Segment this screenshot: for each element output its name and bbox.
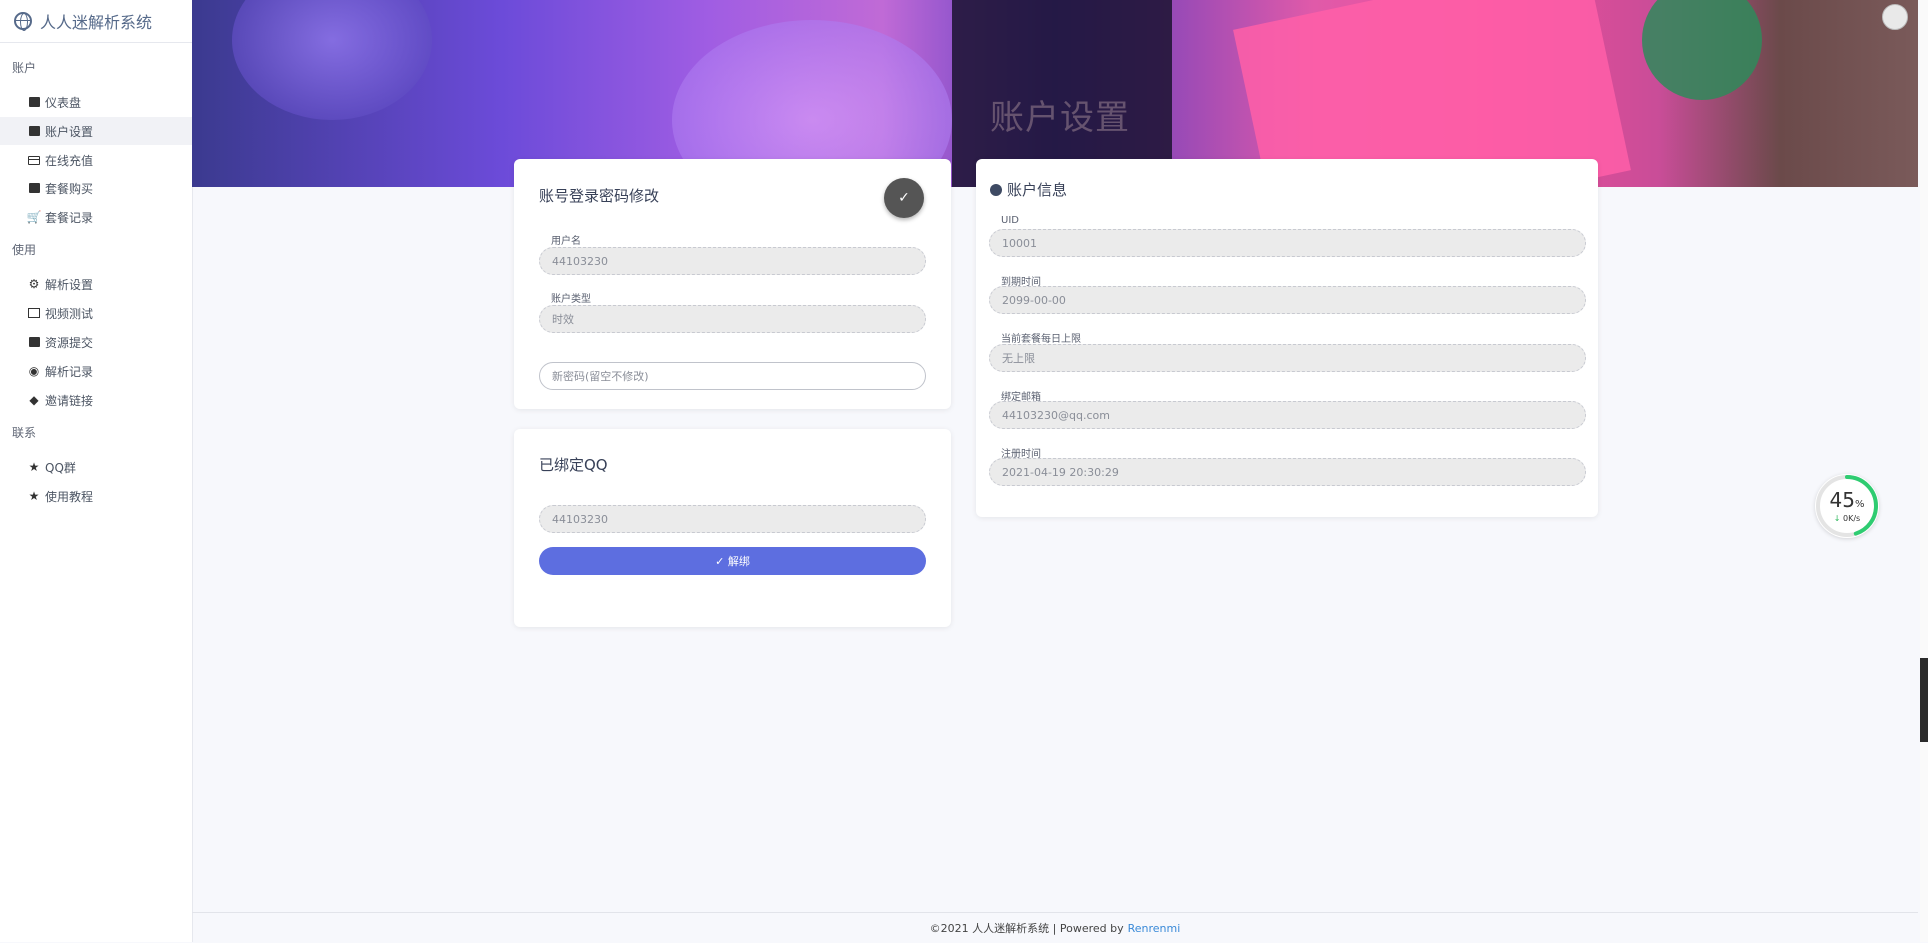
- network-speed-widget[interactable]: 45% ↓ 0K/s: [1815, 474, 1879, 538]
- star-icon: ★: [28, 489, 40, 503]
- password-card-title: 账号登录密码修改: [539, 187, 660, 205]
- footer-text: ©2021 人人迷解析系统 | Powered by: [929, 922, 1124, 935]
- scrollbar[interactable]: [1920, 0, 1928, 942]
- speed-percent: 45%: [1815, 488, 1879, 512]
- brand[interactable]: 人人迷解析系统: [0, 0, 192, 43]
- footer-link[interactable]: Renrenmi: [1128, 922, 1181, 935]
- sidebar-item-label: 套餐记录: [45, 210, 94, 225]
- avatar[interactable]: [1882, 4, 1908, 30]
- username-value: 44103230: [552, 254, 608, 268]
- footer: ©2021 人人迷解析系统 | Powered by Renrenmi: [192, 912, 1918, 943]
- page-title: 账户设置: [990, 98, 1130, 138]
- sidebar-item-qq-group[interactable]: ★ QQ群: [0, 453, 192, 481]
- sidebar-item-buy-plan[interactable]: 套餐购买: [0, 174, 192, 202]
- percent-value: 45: [1829, 488, 1855, 512]
- expire-value: 2099-00-00: [1002, 293, 1066, 307]
- register-time-field: 2021-04-19 20:30:29: [989, 458, 1586, 486]
- email-field: 44103230@qq.com: [989, 401, 1586, 429]
- save-button[interactable]: ✓: [884, 178, 924, 218]
- expire-field: 2099-00-00: [989, 286, 1586, 314]
- sidebar-item-invite-link[interactable]: ◆ 邀请链接: [0, 386, 192, 414]
- eye-icon: ◉: [28, 364, 40, 378]
- password-card: 账号登录密码修改 ✓ 用户名 44103230 账户类型 时效 新密码(留空不修…: [514, 159, 951, 409]
- sidebar-item-label: 在线充值: [45, 153, 94, 168]
- field-label: UID: [1001, 215, 1019, 226]
- id-card-icon: [27, 124, 41, 138]
- field-label: 当前套餐每日上限: [1001, 334, 1081, 345]
- account-type-value: 时效: [552, 313, 574, 326]
- tag-icon: ◆: [29, 393, 39, 407]
- user-circle-icon: [990, 184, 1002, 196]
- play-icon: [27, 306, 41, 320]
- qq-card-title: 已绑定QQ: [539, 456, 608, 474]
- sidebar-item-plan-records[interactable]: 🛒 套餐记录: [0, 203, 192, 231]
- section-usage: 使用: [12, 243, 37, 257]
- sidebar-item-label: 视频测试: [45, 306, 94, 321]
- alert-icon: [27, 335, 41, 349]
- wallet-icon: [27, 95, 41, 109]
- sidebar-item-tutorial[interactable]: ★ 使用教程: [0, 482, 192, 510]
- new-password-input[interactable]: 新密码(留空不修改): [539, 362, 926, 390]
- account-info-title-text: 账户信息: [1007, 181, 1068, 199]
- brand-title: 人人迷解析系统: [40, 13, 153, 32]
- rate-value: 0K/s: [1843, 514, 1861, 523]
- sidebar-item-label: 套餐购买: [45, 181, 94, 196]
- sidebar-item-label: 资源提交: [45, 335, 94, 350]
- unbind-button[interactable]: ✓ 解绑: [539, 547, 926, 575]
- arrow-down-icon: ↓: [1833, 514, 1841, 523]
- sidebar-item-label: 解析记录: [45, 364, 94, 379]
- qq-card: 已绑定QQ 44103230 ✓ 解绑: [514, 429, 951, 627]
- cart-icon: 🛒: [26, 210, 42, 224]
- sidebar-item-resource-submit[interactable]: 资源提交: [0, 328, 192, 356]
- sidebar-item-video-test[interactable]: 视频测试: [0, 299, 192, 327]
- sidebar-item-label: QQ群: [45, 460, 76, 475]
- sidebar-item-label: 解析设置: [45, 277, 94, 292]
- star-icon: ★: [28, 460, 40, 474]
- username-label: 用户名: [551, 236, 581, 247]
- globe-icon: [14, 12, 32, 31]
- daily-limit-value: 无上限: [1002, 352, 1035, 365]
- account-type-field: 时效: [539, 305, 926, 333]
- sidebar: 人人迷解析系统 账户 仪表盘 账户设置 在线充值 套餐购买 🛒 套餐记录 使用 …: [0, 0, 193, 942]
- account-info-card: 账户信息 UID 10001 到期时间 2099-00-00 当前套餐每日上限 …: [976, 159, 1598, 517]
- account-info-title: 账户信息: [990, 179, 1067, 200]
- username-field: 44103230: [539, 247, 926, 275]
- credit-card-icon: [27, 153, 41, 167]
- scrollbar-thumb[interactable]: [1920, 658, 1928, 742]
- section-account: 账户: [12, 61, 37, 75]
- sidebar-item-label: 邀请链接: [45, 393, 94, 408]
- speed-rate: ↓ 0K/s: [1815, 514, 1879, 523]
- gear-icon: ⚙: [28, 277, 40, 291]
- qq-field: 44103230: [539, 505, 926, 533]
- sidebar-item-dashboard[interactable]: 仪表盘: [0, 88, 192, 116]
- hero-decoration: [232, 0, 432, 120]
- daily-limit-field: 无上限: [989, 344, 1586, 372]
- percent-unit: %: [1854, 499, 1865, 510]
- account-type-label: 账户类型: [551, 294, 591, 305]
- email-value: 44103230@qq.com: [1002, 408, 1110, 422]
- new-password-placeholder: 新密码(留空不修改): [552, 370, 649, 383]
- sidebar-item-label: 使用教程: [45, 489, 94, 504]
- sidebar-item-parse-settings[interactable]: ⚙ 解析设置: [0, 270, 192, 298]
- sidebar-item-account-settings[interactable]: 账户设置: [0, 117, 192, 145]
- check-icon: ✓: [898, 190, 910, 206]
- sidebar-item-parse-records[interactable]: ◉ 解析记录: [0, 357, 192, 385]
- qq-value: 44103230: [552, 512, 608, 526]
- shopping-bag-icon: [27, 181, 41, 195]
- uid-value: 10001: [1002, 236, 1037, 250]
- hero-decoration: [1642, 0, 1762, 100]
- section-contact: 联系: [12, 426, 37, 440]
- sidebar-item-label: 仪表盘: [45, 95, 82, 110]
- register-time-value: 2021-04-19 20:30:29: [1002, 465, 1119, 479]
- sidebar-item-label: 账户设置: [45, 124, 94, 139]
- sidebar-item-recharge[interactable]: 在线充值: [0, 146, 192, 174]
- uid-field: 10001: [989, 229, 1586, 257]
